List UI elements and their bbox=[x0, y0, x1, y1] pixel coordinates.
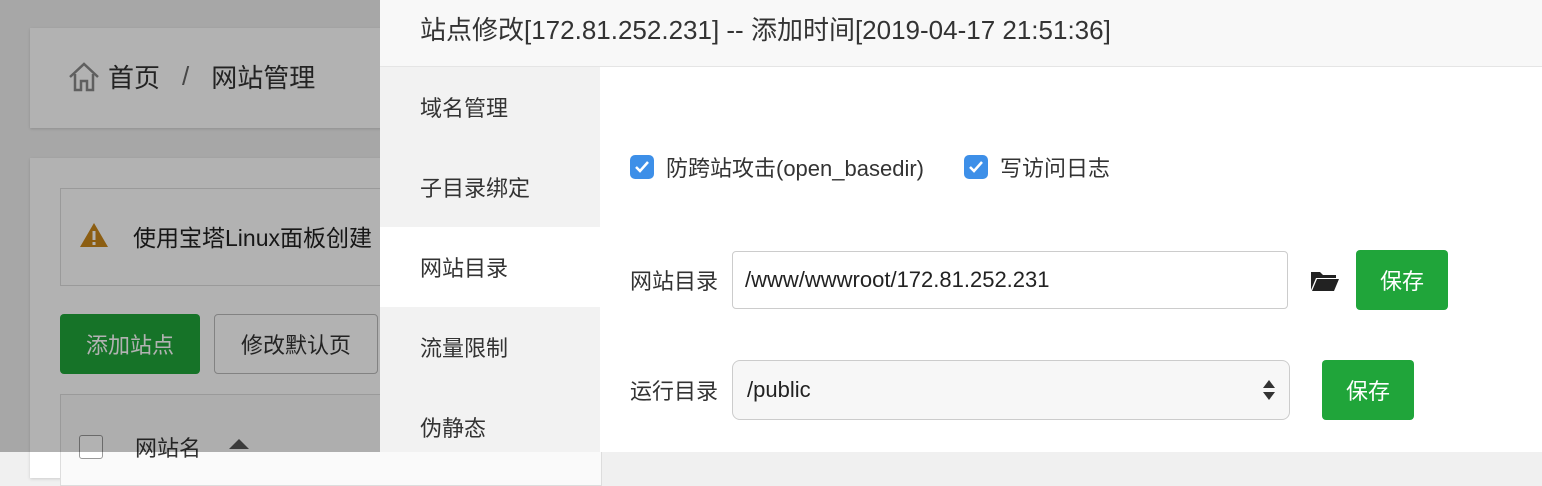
nav-item-site-directory[interactable]: 网站目录 bbox=[380, 227, 600, 307]
run-dir-save-button[interactable]: 保存 bbox=[1322, 360, 1414, 420]
folder-open-icon[interactable] bbox=[1310, 268, 1340, 292]
site-dir-save-button[interactable]: 保存 bbox=[1356, 250, 1448, 310]
access-log-option[interactable]: 写访问日志 bbox=[964, 151, 1110, 183]
anti-xss-label: 防跨站攻击(open_basedir) bbox=[666, 156, 924, 181]
run-dir-selected-value: /public bbox=[747, 377, 811, 402]
modal-content: 防跨站攻击(open_basedir) 写访问日志 网站目录 保存 运行目录 /… bbox=[600, 67, 1542, 452]
modal-nav: 域名管理 子目录绑定 网站目录 流量限制 伪静态 bbox=[380, 67, 600, 452]
run-dir-label: 运行目录 bbox=[630, 379, 719, 404]
checkmark-icon bbox=[969, 161, 983, 173]
site-edit-modal: 站点修改[172.81.252.231] -- 添加时间[2019-04-17 … bbox=[380, 0, 1542, 452]
run-dir-row: 运行目录 /public 保存 bbox=[630, 360, 1414, 420]
modal-title: 站点修改[172.81.252.231] -- 添加时间[2019-04-17 … bbox=[420, 15, 1111, 45]
anti-xss-option[interactable]: 防跨站攻击(open_basedir) bbox=[630, 151, 924, 183]
access-log-checkbox[interactable] bbox=[964, 155, 988, 179]
access-log-label: 写访问日志 bbox=[1000, 156, 1111, 181]
nav-item-traffic-limit[interactable]: 流量限制 bbox=[380, 307, 600, 387]
nav-item-subdirectory-binding[interactable]: 子目录绑定 bbox=[380, 147, 600, 227]
site-dir-input[interactable] bbox=[732, 251, 1288, 309]
nav-item-domain-management[interactable]: 域名管理 bbox=[380, 67, 600, 147]
nav-item-rewrite[interactable]: 伪静态 bbox=[380, 387, 600, 467]
modal-header: 站点修改[172.81.252.231] -- 添加时间[2019-04-17 … bbox=[380, 0, 1542, 67]
site-dir-label: 网站目录 bbox=[630, 269, 719, 294]
checkmark-icon bbox=[635, 161, 649, 173]
run-dir-select[interactable]: /public bbox=[732, 360, 1290, 420]
select-arrows-icon bbox=[1263, 380, 1275, 400]
site-dir-row: 网站目录 保存 bbox=[630, 250, 1448, 310]
anti-xss-checkbox[interactable] bbox=[630, 155, 654, 179]
options-row: 防跨站攻击(open_basedir) 写访问日志 bbox=[630, 151, 1150, 183]
